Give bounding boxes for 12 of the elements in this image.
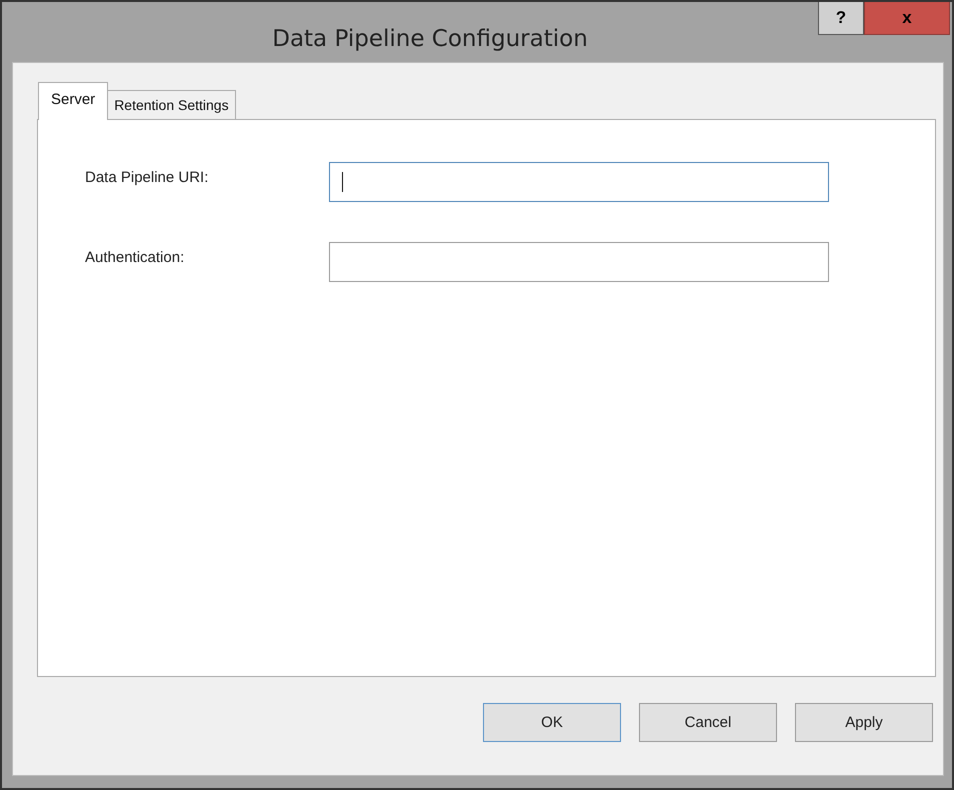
field-label: Authentication: [85,248,186,266]
dialog-button[interactable]: Apply [795,703,933,742]
input-field[interactable] [329,162,829,202]
tab[interactable]: Retention Settings [107,90,236,119]
window-title: Data Pipeline Configuration [271,25,589,52]
dialog-button[interactable]: OK [483,703,621,742]
help-button[interactable]: ? [818,2,864,35]
close-button[interactable]: x [864,2,950,35]
input-field[interactable] [329,242,829,282]
field-label: Data Pipeline URI: [85,168,210,186]
dialog-button[interactable]: Cancel [639,703,777,742]
tab[interactable]: Server [38,82,108,120]
